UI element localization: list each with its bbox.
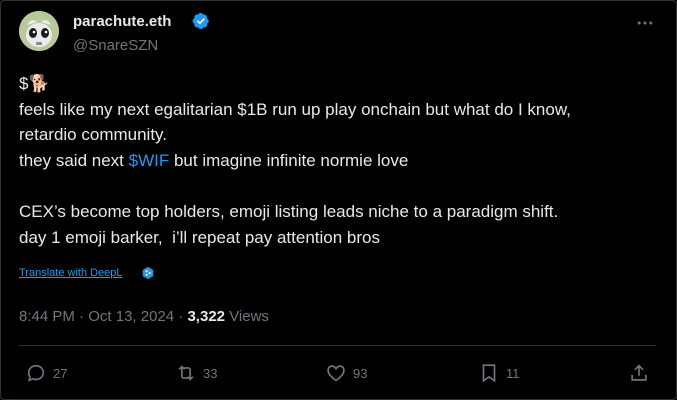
tweet-time[interactable]: 8:44 PM [19,308,75,325]
display-name[interactable]: parachute.eth [73,13,171,30]
cashtag-link[interactable]: $WIF [129,151,170,170]
avatar-image [19,11,59,51]
reply-icon [27,364,45,382]
tweet-line: they said next $WIF but imagine infinite… [19,148,664,174]
bookmark-icon [482,364,496,383]
tweet-line: retardio community. [19,125,168,144]
tweet-line-text: but imagine infinite normie love [169,150,409,170]
tweet-date[interactable]: Oct 13, 2024 [88,308,174,325]
divider [19,345,656,346]
like-button[interactable]: 93 [325,361,367,385]
avatar[interactable] [19,11,59,51]
repost-icon [178,365,194,381]
tweet-line: CEX’s become top holders, emoji listing … [19,202,559,221]
share-icon [631,364,647,381]
repost-count: 33 [203,365,218,381]
tweet-line: feels like my next egalitarian $1B run u… [19,99,571,119]
tweet-text: $🐕 feels like my next egalitarian $1B ru… [19,71,664,250]
bookmark-button[interactable]: 11 [478,361,520,385]
translate-link[interactable]: Translate with DeepL [19,267,123,279]
heart-icon [327,365,345,382]
views-count: 3,322 [187,308,226,325]
tweet-card: parachute.eth @SnareSZN $🐕 feels like my… [0,0,677,400]
tweet-meta: 8:44 PM · Oct 13, 2024 · 3,322 Views [19,308,269,325]
bookmark-count: 11 [506,365,520,381]
tweet-line-text: they said next [19,150,129,170]
verified-badge-icon [192,12,209,30]
tweet-line: $🐕 [19,74,50,93]
views-label: Views [229,308,269,325]
tweet-line: day 1 emoji barker, i’ll repeat pay atte… [19,227,380,247]
like-count: 93 [353,365,368,381]
user-handle[interactable]: @SnareSZN [73,37,158,54]
reply-count: 27 [53,365,68,381]
reply-button[interactable]: 27 [25,361,67,385]
share-button[interactable] [628,361,656,385]
meta-separator: · [178,308,184,325]
repost-button[interactable]: 33 [175,361,217,385]
deepl-icon [142,266,154,280]
more-options-icon[interactable] [635,13,655,33]
meta-separator: · [79,308,85,325]
